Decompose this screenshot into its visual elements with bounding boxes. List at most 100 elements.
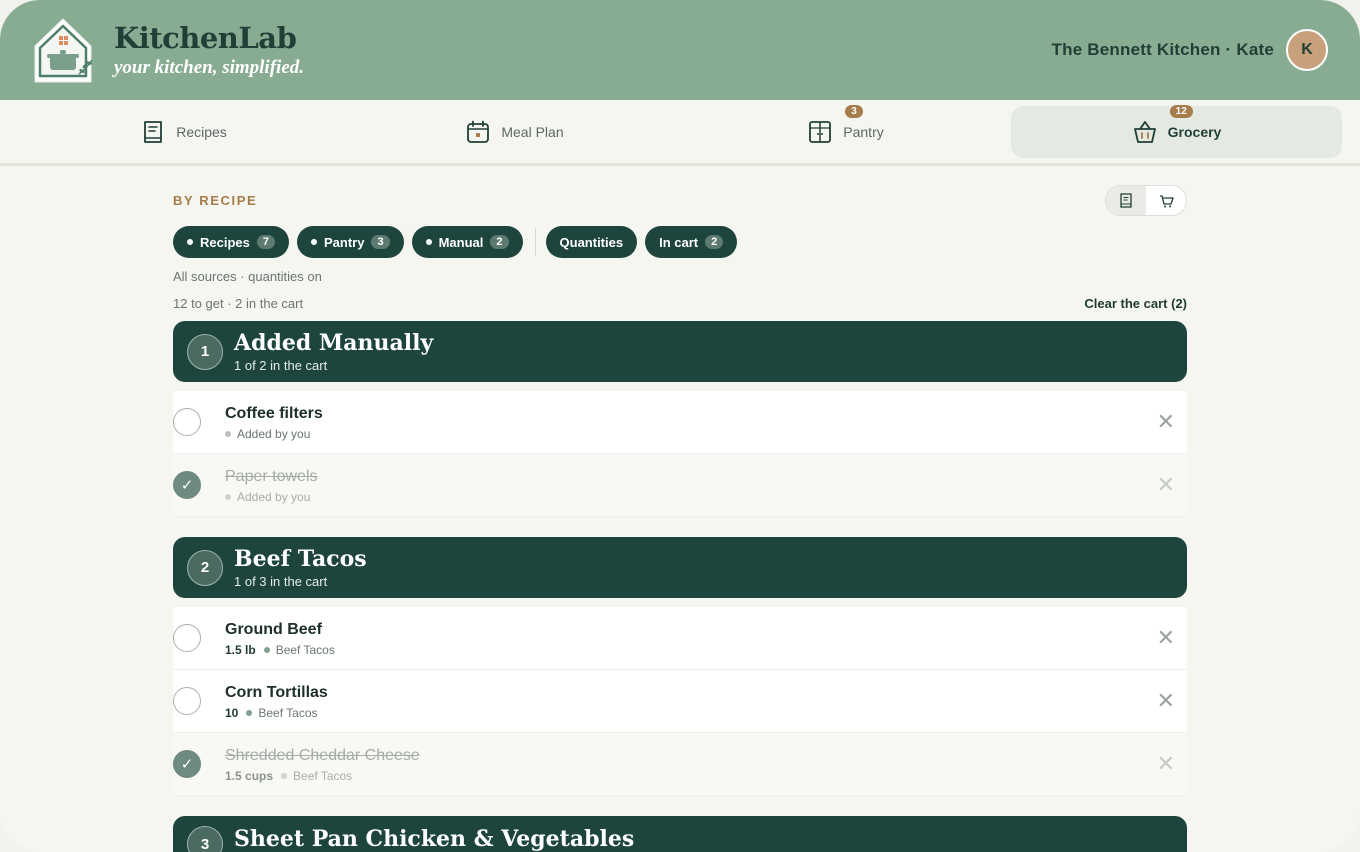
group-number: 1 — [187, 333, 223, 370]
item-name: Paper towels — [225, 467, 318, 485]
app-window: KitchenLab your kitchen, simplified. The… — [0, 0, 1360, 852]
tab-label: Grocery — [1167, 123, 1222, 140]
tab-pantry[interactable]: 3 Pantry — [680, 104, 1011, 158]
app-name: KitchenLab — [114, 21, 297, 55]
list-item: Corn Tortillas 10 Beef Tacos ✕ — [173, 670, 1187, 733]
item-name: Coffee filters — [225, 404, 323, 422]
clear-cart-button[interactable]: Clear the cart (2) — [1084, 296, 1187, 311]
remove-item-button[interactable]: ✕ — [1157, 690, 1175, 712]
recipe-book-icon — [144, 120, 163, 143]
list-book-icon — [1120, 193, 1132, 208]
source-dot — [246, 709, 253, 716]
item-checkbox[interactable] — [173, 624, 201, 652]
item-name: Corn Tortillas — [225, 683, 328, 701]
toggle-chip-in-cart[interactable]: In cart 2 — [645, 226, 738, 258]
list-item: ✓ Shredded Cheddar Cheese 1.5 cups Beef … — [173, 733, 1187, 796]
item-checkbox-checked[interactable]: ✓ — [173, 471, 201, 499]
filter-chip-recipes[interactable]: Recipes 7 — [173, 226, 289, 258]
view-toggle — [1105, 185, 1187, 216]
chip-label: Quantities — [559, 234, 624, 250]
list-item: Ground Beef 1.5 lb Beef Tacos ✕ — [173, 607, 1187, 670]
group-header[interactable]: 3 Sheet Pan Chicken & Vegetables — [173, 816, 1187, 852]
tab-label: Meal Plan — [501, 123, 564, 140]
source-dot — [281, 772, 288, 779]
main-nav: Recipes Meal Plan 3 Pantry 12 Grocery — [0, 100, 1360, 166]
item-source: Added by you — [237, 489, 311, 504]
filter-chips: Recipes 7 Pantry 3 Manual 2 Quantities I… — [173, 226, 1187, 258]
cart-icon — [1159, 194, 1174, 207]
group-header[interactable]: 1 Added Manually 1 of 2 in the cart — [173, 321, 1187, 382]
group-subtitle: 1 of 2 in the cart — [234, 358, 328, 373]
tab-recipes[interactable]: Recipes — [18, 106, 349, 158]
chip-count: 2 — [490, 235, 509, 249]
avatar[interactable]: K — [1286, 29, 1328, 71]
calendar-icon — [467, 120, 490, 143]
chip-label: Pantry — [324, 234, 365, 250]
chip-dot — [425, 239, 432, 245]
chip-label: In cart — [659, 234, 699, 250]
tab-meal-plan[interactable]: Meal Plan — [349, 106, 680, 158]
toggle-chip-quantities[interactable]: Quantities — [545, 226, 638, 258]
section-label: BY RECIPE — [173, 193, 258, 208]
item-source: Added by you — [237, 426, 311, 441]
chip-label: Manual — [438, 234, 484, 250]
user-menu[interactable]: The Bennett Kitchen · Kate K — [1052, 29, 1328, 71]
cart-view-button[interactable] — [1146, 186, 1186, 215]
chip-dot — [187, 239, 193, 245]
remove-item-button[interactable]: ✕ — [1157, 474, 1175, 496]
items-count: 12 to get · 2 in the cart — [173, 296, 304, 311]
grocery-content: BY RECIPE Recipes 7 Pantry 3 Manual 2 Qu… — [173, 184, 1187, 852]
basket-icon — [1133, 120, 1156, 143]
brand: KitchenLab your kitchen, simplified. — [114, 21, 304, 79]
chip-label: Recipes — [200, 234, 250, 250]
item-quantity: 1.5 cups — [225, 768, 274, 783]
app-tagline: your kitchen, simplified. — [114, 57, 304, 78]
remove-item-button[interactable]: ✕ — [1157, 753, 1175, 775]
source-dot — [225, 430, 231, 437]
tab-grocery[interactable]: 12 Grocery — [1011, 104, 1342, 158]
source-dot — [225, 493, 231, 500]
group-header[interactable]: 2 Beef Tacos 1 of 3 in the cart — [173, 537, 1187, 598]
group-title: Beef Tacos — [234, 546, 367, 572]
chip-dot — [311, 239, 317, 245]
pantry-badge: 3 — [845, 104, 863, 118]
kitchen-house-logo-icon — [32, 16, 94, 84]
item-name: Shredded Cheddar Cheese — [225, 746, 420, 764]
by-recipe-view-button[interactable] — [1106, 186, 1146, 215]
tab-label: Pantry — [843, 123, 884, 140]
list-item: Coffee filters Added by you ✕ — [173, 391, 1187, 454]
remove-item-button[interactable]: ✕ — [1157, 411, 1175, 433]
group-number: 3 — [187, 826, 223, 852]
item-quantity: 10 — [225, 705, 239, 720]
group-title: Sheet Pan Chicken & Vegetables — [234, 826, 635, 852]
filter-chip-manual[interactable]: Manual 2 — [411, 226, 523, 258]
tab-label: Recipes — [176, 123, 227, 140]
chip-count: 3 — [371, 235, 390, 249]
item-source: Beef Tacos — [275, 642, 335, 657]
cart-count-row: 12 to get · 2 in the cart Clear the cart… — [173, 296, 1187, 311]
chip-count: 7 — [256, 235, 275, 249]
item-name: Ground Beef — [225, 620, 322, 638]
item-source: Beef Tacos — [258, 705, 318, 720]
filter-chip-pantry[interactable]: Pantry 3 — [297, 226, 404, 258]
source-dot — [263, 646, 270, 653]
item-source: Beef Tacos — [293, 768, 353, 783]
pantry-cabinet-icon — [809, 120, 832, 143]
remove-item-button[interactable]: ✕ — [1157, 627, 1175, 649]
household-user-label: The Bennett Kitchen · Kate — [1051, 40, 1274, 59]
item-checkbox-checked[interactable]: ✓ — [173, 750, 201, 778]
group-subtitle: 1 of 3 in the cart — [234, 574, 328, 589]
list-item: ✓ Paper towels Added by you ✕ — [173, 454, 1187, 517]
grocery-badge: 12 — [1169, 104, 1193, 118]
group-items: Coffee filters Added by you ✕ ✓ Paper to… — [173, 391, 1187, 517]
group-number: 2 — [187, 549, 223, 586]
item-quantity: 1.5 lb — [225, 642, 256, 657]
item-checkbox[interactable] — [173, 687, 201, 715]
chip-divider — [534, 228, 536, 256]
item-checkbox[interactable] — [173, 408, 201, 436]
group-items: Ground Beef 1.5 lb Beef Tacos ✕ Corn Tor… — [173, 607, 1187, 796]
app-header: KitchenLab your kitchen, simplified. The… — [0, 0, 1360, 100]
filter-summary: All sources · quantities on — [173, 269, 322, 284]
chip-count: 2 — [705, 235, 724, 249]
group-title: Added Manually — [234, 330, 434, 356]
